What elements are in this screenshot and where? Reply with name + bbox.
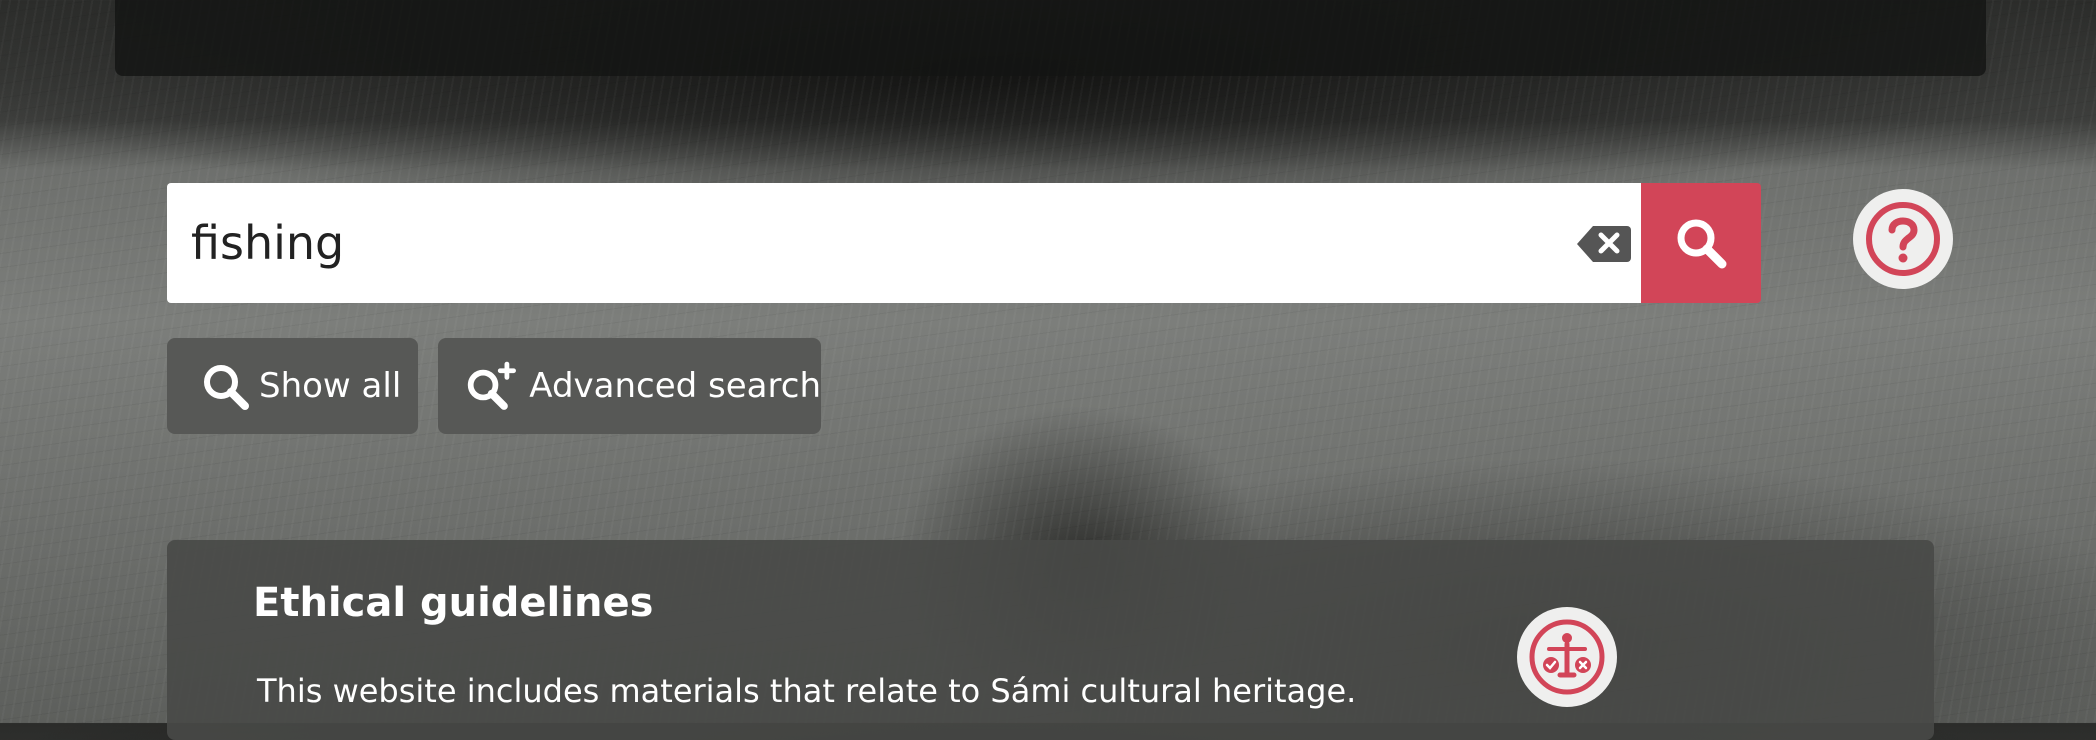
advanced-search-button[interactable]: Advanced search: [438, 338, 821, 434]
help-button[interactable]: [1853, 189, 1953, 289]
show-all-button[interactable]: Show all: [167, 338, 418, 434]
search-input[interactable]: [191, 203, 1491, 283]
top-banner: [115, 0, 1986, 76]
ethical-guidelines-card: Ethical guidelines This website includes…: [167, 540, 1934, 740]
ethics-scale-person-icon: [1517, 607, 1617, 707]
clear-input-icon[interactable]: [1577, 224, 1631, 264]
help-question-icon: [1866, 202, 1940, 276]
show-all-label: Show all: [259, 366, 402, 406]
search-plus-icon: [467, 361, 516, 410]
card-title: Ethical guidelines: [253, 580, 654, 626]
advanced-search-label: Advanced search: [529, 366, 821, 406]
search-icon: [1677, 219, 1727, 269]
card-text: This website includes materials that rel…: [257, 672, 1357, 710]
search-icon: [204, 365, 249, 410]
search-box: [167, 183, 1641, 303]
search-submit-button[interactable]: [1641, 183, 1761, 303]
